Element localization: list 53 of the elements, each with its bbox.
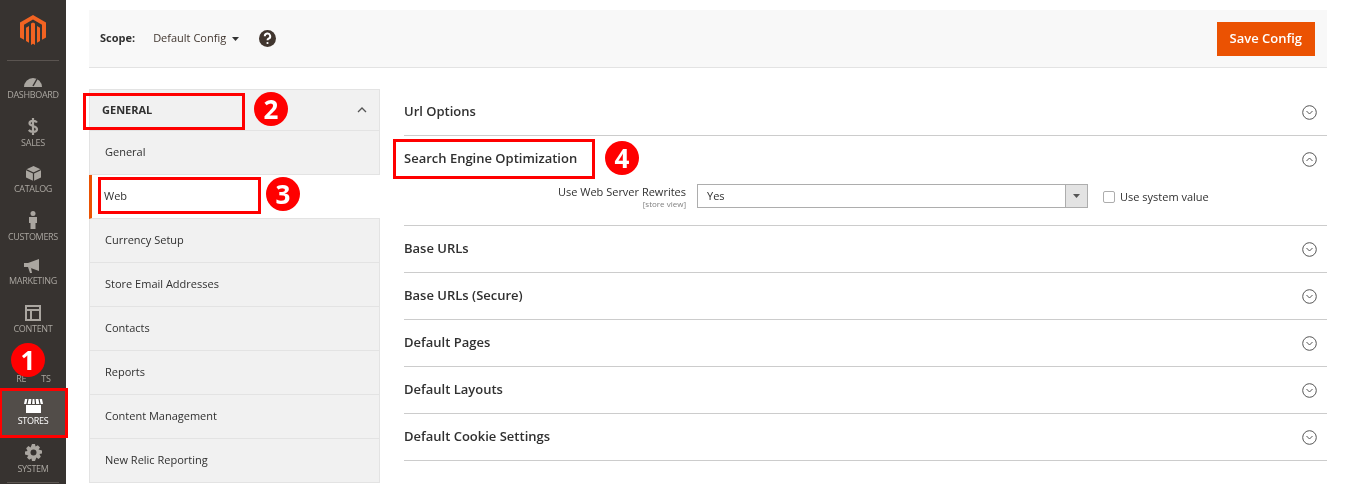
nav-item[interactable]: CATALOG <box>0 156 66 203</box>
config-tab[interactable]: Currency Setup <box>89 219 380 263</box>
expand-icon[interactable] <box>1302 104 1317 120</box>
step-badge: 4 <box>605 141 639 175</box>
dollar-icon <box>27 118 39 136</box>
select-field[interactable]: Yes <box>697 184 1088 208</box>
box-icon <box>25 165 41 181</box>
caret-icon <box>1073 194 1080 198</box>
collapse-icon[interactable] <box>1302 151 1317 167</box>
expand-icon[interactable] <box>1302 382 1317 398</box>
config-tab[interactable]: New Relic Reporting <box>89 439 380 483</box>
highlight-frame <box>0 387 68 438</box>
expand-icon[interactable] <box>1302 288 1317 304</box>
config-tab[interactable]: Contacts <box>89 307 380 351</box>
section-title[interactable]: Search Engine Optimization <box>404 149 578 169</box>
checkbox[interactable] <box>1103 191 1115 204</box>
megaphone-icon <box>24 259 42 274</box>
nav-item[interactable]: CONTENT <box>0 295 66 342</box>
config-tab[interactable]: General <box>89 131 380 175</box>
person-icon <box>28 210 38 229</box>
step-badge: 3 <box>266 177 300 211</box>
nav-item[interactable]: SYSTEM <box>0 435 66 482</box>
nav-item[interactable]: MARKETING <box>0 249 66 296</box>
section-title[interactable]: Base URLs (Secure) <box>404 286 523 306</box>
gear-icon <box>24 443 42 461</box>
checkbox-label[interactable]: Use system value <box>1120 189 1209 206</box>
section-title[interactable]: Base URLs <box>404 239 469 259</box>
scope-dropdown[interactable]: Default Config <box>153 30 240 47</box>
scope-label: Scope: <box>100 30 136 47</box>
field-label: Use Web Server Rewrites <box>557 184 686 199</box>
config-tab[interactable]: Web 3 <box>89 175 380 219</box>
section-title[interactable]: Default Layouts <box>404 380 503 400</box>
layout-icon <box>25 304 41 321</box>
help-icon[interactable] <box>259 30 277 47</box>
section-title[interactable]: Default Cookie Settings <box>404 427 551 447</box>
nav-item[interactable]: CUSTOMERS <box>0 202 66 249</box>
step-badge: 2 <box>254 92 288 126</box>
section-title[interactable]: Url Options <box>404 102 476 122</box>
expand-icon[interactable] <box>1302 429 1317 445</box>
save-config-button[interactable]: Save Config <box>1216 21 1315 56</box>
scope-hint: [store view] <box>642 199 686 209</box>
config-tab[interactable]: Reports <box>89 351 380 395</box>
chevron-up-icon <box>357 107 367 113</box>
nav-item[interactable]: SALES <box>0 109 66 156</box>
caret-icon <box>232 36 240 41</box>
logo-icon <box>20 15 46 45</box>
nav-item[interactable]: DASHBOARD <box>0 63 66 110</box>
config-tab[interactable]: Store Email Addresses <box>89 263 380 307</box>
expand-icon[interactable] <box>1302 335 1317 351</box>
shop-icon <box>23 398 43 414</box>
config-tab[interactable]: Content Management <box>89 395 380 439</box>
section-title[interactable]: Default Pages <box>404 333 491 353</box>
expand-icon[interactable] <box>1302 241 1317 257</box>
